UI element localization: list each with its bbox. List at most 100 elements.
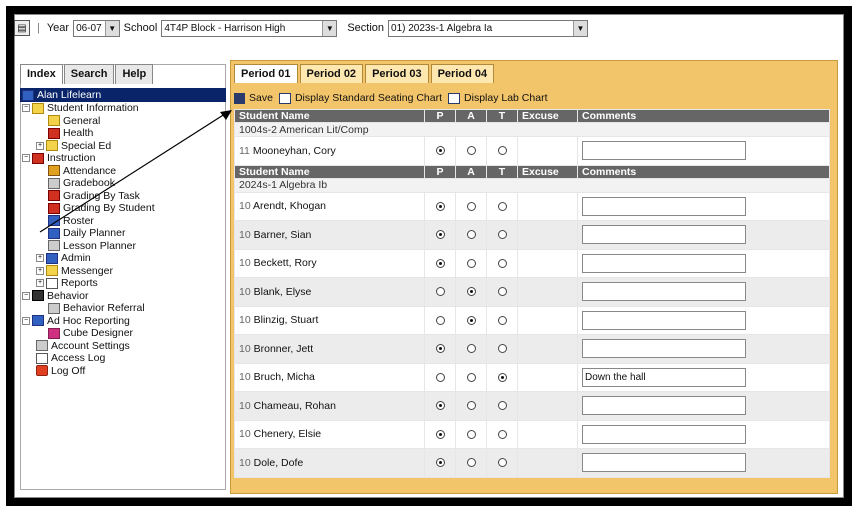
- radio-present[interactable]: [435, 458, 445, 468]
- comment-input[interactable]: [582, 339, 746, 359]
- tree-item-instruction[interactable]: − Instruction: [20, 152, 226, 165]
- radio-absent[interactable]: [466, 287, 476, 297]
- collapse-icon[interactable]: −: [22, 291, 30, 300]
- radio-absent[interactable]: [466, 146, 476, 156]
- tree-item-messenger[interactable]: + Messenger: [20, 265, 226, 278]
- radio-absent[interactable]: [466, 401, 476, 411]
- section-select[interactable]: 01) 2023s-1 Algebra Ia ▼: [388, 19, 589, 37]
- radio-absent[interactable]: [466, 372, 476, 382]
- excuse-cell[interactable]: [517, 191, 578, 221]
- radio-present[interactable]: [435, 287, 445, 297]
- radio-present[interactable]: [435, 372, 445, 382]
- radio-absent[interactable]: [466, 344, 476, 354]
- tree-item-log-off[interactable]: Log Off: [20, 365, 226, 378]
- radio-present[interactable]: [435, 401, 445, 411]
- tree-item-grading-by-task[interactable]: Grading By Task: [20, 190, 226, 203]
- expand-icon[interactable]: +: [36, 279, 44, 288]
- tree-item-access-log[interactable]: Access Log: [20, 352, 226, 365]
- comment-input[interactable]: Down the hall: [582, 367, 746, 387]
- tree-item-account-settings[interactable]: Account Settings: [20, 340, 226, 353]
- radio-absent[interactable]: [466, 429, 476, 439]
- tree-item-special-ed[interactable]: + Special Ed: [20, 140, 226, 153]
- radio-present[interactable]: [435, 315, 445, 325]
- radio-tardy[interactable]: [497, 344, 507, 354]
- radio-tardy[interactable]: [497, 230, 507, 240]
- excuse-cell[interactable]: [517, 248, 578, 278]
- tree-item-daily-planner[interactable]: Daily Planner: [20, 227, 226, 240]
- excuse-cell[interactable]: [517, 277, 578, 307]
- tree-item-grading-by-student[interactable]: Grading By Student: [20, 202, 226, 215]
- save-icon[interactable]: [234, 92, 245, 104]
- tree-item-behavior-referral[interactable]: Behavior Referral: [20, 302, 226, 315]
- radio-absent[interactable]: [466, 201, 476, 211]
- tree-item-admin[interactable]: + Admin: [20, 252, 226, 265]
- tree-item-attendance[interactable]: Attendance: [20, 165, 226, 178]
- tab-period-04[interactable]: Period 04: [430, 64, 495, 83]
- document-icon[interactable]: ▤: [14, 20, 30, 36]
- tree-item-user[interactable]: Alan Lifelearn: [20, 88, 226, 102]
- radio-absent[interactable]: [466, 230, 476, 240]
- radio-tardy[interactable]: [497, 315, 507, 325]
- radio-tardy[interactable]: [497, 429, 507, 439]
- tab-period-01[interactable]: Period 01: [234, 64, 298, 83]
- radio-present[interactable]: [435, 201, 445, 211]
- tree-item-student-information[interactable]: − Student Information: [20, 102, 226, 115]
- comment-input[interactable]: [582, 282, 746, 302]
- radio-present[interactable]: [435, 230, 445, 240]
- radio-present[interactable]: [435, 344, 445, 354]
- tab-help[interactable]: Help: [115, 64, 154, 84]
- tree-item-reports[interactable]: + Reports: [20, 277, 226, 290]
- collapse-icon[interactable]: −: [22, 154, 30, 163]
- radio-tardy[interactable]: [497, 401, 507, 411]
- tree-item-lesson-planner[interactable]: Lesson Planner: [20, 240, 226, 253]
- comment-input[interactable]: [582, 196, 746, 216]
- tree-item-behavior[interactable]: − Behavior: [20, 290, 226, 303]
- chevron-down-icon[interactable]: ▼: [104, 20, 119, 36]
- tree-item-cube-designer[interactable]: Cube Designer: [20, 327, 226, 340]
- excuse-cell[interactable]: [517, 334, 578, 364]
- comment-input[interactable]: [582, 225, 746, 245]
- radio-tardy[interactable]: [497, 372, 507, 382]
- comment-input[interactable]: [582, 396, 746, 416]
- tree-item-roster[interactable]: Roster: [20, 215, 226, 228]
- display-lab-chart-button[interactable]: Display Lab Chart: [464, 92, 547, 104]
- radio-present[interactable]: [435, 429, 445, 439]
- tab-search[interactable]: Search: [63, 64, 115, 84]
- comment-input[interactable]: [582, 453, 746, 473]
- school-select[interactable]: 4T4P Block - Harrison High ▼: [161, 19, 338, 37]
- tree-item-health[interactable]: Health: [20, 127, 226, 140]
- chevron-down-icon[interactable]: ▼: [322, 20, 337, 36]
- comment-input[interactable]: [582, 310, 746, 330]
- excuse-cell[interactable]: [517, 220, 578, 250]
- radio-tardy[interactable]: [497, 287, 507, 297]
- comment-input[interactable]: [582, 424, 746, 444]
- display-seating-chart-button[interactable]: Display Standard Seating Chart: [295, 92, 442, 104]
- chevron-down-icon[interactable]: ▼: [573, 20, 588, 36]
- excuse-cell[interactable]: [517, 362, 578, 392]
- radio-present[interactable]: [435, 258, 445, 268]
- expand-icon[interactable]: +: [36, 254, 44, 263]
- radio-absent[interactable]: [466, 315, 476, 325]
- excuse-cell[interactable]: [517, 305, 578, 335]
- tree-item-general[interactable]: General: [20, 115, 226, 128]
- expand-icon[interactable]: +: [36, 266, 44, 275]
- tab-period-03[interactable]: Period 03: [365, 64, 429, 83]
- radio-absent[interactable]: [466, 258, 476, 268]
- comment-input[interactable]: [582, 141, 746, 161]
- excuse-cell[interactable]: [517, 419, 578, 449]
- seating-chart-icon[interactable]: [278, 92, 291, 104]
- excuse-cell[interactable]: [517, 136, 578, 166]
- collapse-icon[interactable]: −: [22, 104, 30, 113]
- radio-tardy[interactable]: [497, 458, 507, 468]
- expand-icon[interactable]: +: [36, 141, 44, 150]
- comment-input[interactable]: [582, 253, 746, 273]
- year-select[interactable]: 06-07 ▼: [73, 19, 120, 37]
- save-button[interactable]: Save: [249, 92, 273, 104]
- tab-period-02[interactable]: Period 02: [299, 64, 364, 83]
- radio-tardy[interactable]: [497, 201, 507, 211]
- lab-chart-icon[interactable]: [448, 92, 461, 104]
- tab-index[interactable]: Index: [20, 64, 63, 84]
- radio-absent[interactable]: [466, 458, 476, 468]
- radio-present[interactable]: [435, 146, 445, 156]
- radio-tardy[interactable]: [497, 146, 507, 156]
